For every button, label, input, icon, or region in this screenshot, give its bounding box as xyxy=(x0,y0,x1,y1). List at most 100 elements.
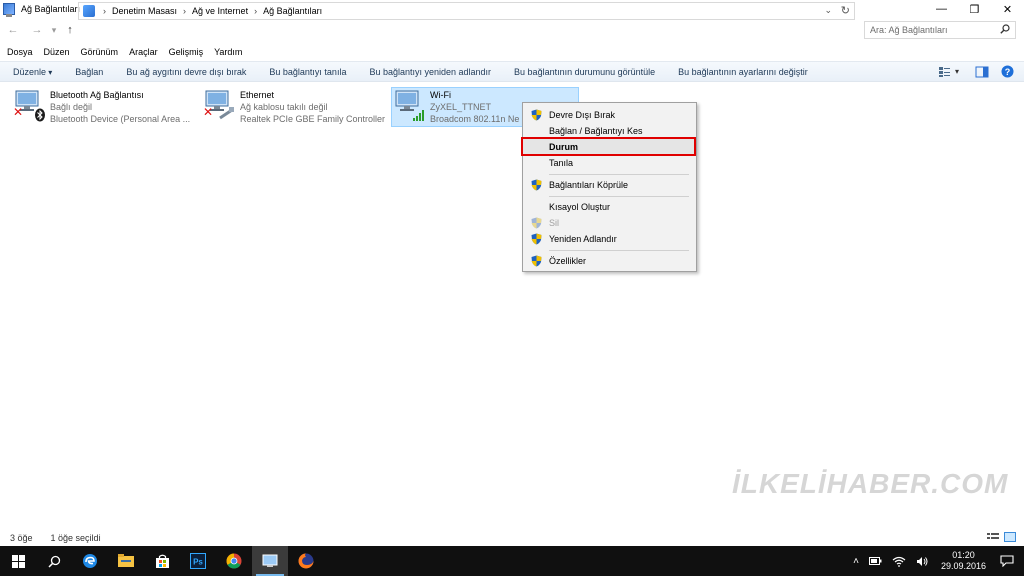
taskbar-edge[interactable] xyxy=(72,546,108,576)
help-icon[interactable]: ? xyxy=(1001,65,1014,78)
breadcrumb-chevron-icon[interactable]: › xyxy=(254,6,257,16)
ctx-properties[interactable]: Özellikler xyxy=(523,253,696,269)
show-hidden-icons-chevron-icon[interactable]: ˄ xyxy=(853,556,859,567)
connection-status: Ağ kablosu takılı değil xyxy=(240,102,328,112)
uac-shield-icon xyxy=(531,233,542,245)
start-button[interactable] xyxy=(0,546,36,576)
breadcrumb-chevron-icon[interactable]: › xyxy=(103,6,106,16)
restore-button[interactable]: ❐ xyxy=(958,0,991,18)
network-adapter-icon: ✕ xyxy=(12,88,46,122)
menu-edit[interactable]: Düzen xyxy=(44,47,70,57)
ctx-diagnose[interactable]: Tanıla xyxy=(523,155,696,171)
item-count: 3 öğe xyxy=(10,532,33,543)
breadcrumb-network-internet[interactable]: Ağ ve Internet xyxy=(192,6,248,16)
connection-device: Broadcom 802.11n Ne xyxy=(430,114,520,124)
address-dropdown-icon[interactable]: ⌄ xyxy=(824,5,832,16)
search-button[interactable] xyxy=(36,546,72,576)
breadcrumb-chevron-icon[interactable]: › xyxy=(183,6,186,16)
highlight-annotation xyxy=(521,137,696,156)
windows-logo-icon xyxy=(11,554,25,568)
menu-separator xyxy=(549,174,689,175)
uac-shield-icon xyxy=(531,179,542,191)
taskbar-firefox[interactable] xyxy=(288,546,324,576)
taskbar-chrome[interactable] xyxy=(216,546,252,576)
status-bar: 3 öğe 1 öğe seçildi xyxy=(0,529,1024,546)
up-arrow-icon[interactable]: ↑ xyxy=(63,24,77,36)
connection-status: ZyXEL_TTNET xyxy=(430,102,492,112)
forward-arrow-icon[interactable]: → xyxy=(30,24,44,36)
view-dropdown-icon[interactable]: ▾ xyxy=(955,67,959,76)
ctx-bridge[interactable]: Bağlantıları Köprüle xyxy=(523,177,696,193)
connect-button[interactable]: Bağlan xyxy=(75,67,103,77)
menu-help[interactable]: Yardım xyxy=(214,47,242,57)
preview-pane-icon[interactable] xyxy=(975,66,989,78)
breadcrumb-control-panel[interactable]: Denetim Masası xyxy=(112,6,177,16)
diagnose-button[interactable]: Bu bağlantıyı tanıla xyxy=(269,67,346,77)
ctx-label: Devre Dışı Bırak xyxy=(549,110,616,120)
context-menu: Devre Dışı Bırak Bağlan / Bağlantıyı Kes… xyxy=(522,102,697,272)
bluetooth-icon xyxy=(35,108,45,122)
menu-view[interactable]: Görünüm xyxy=(81,47,119,57)
menu-advanced[interactable]: Gelişmiş xyxy=(169,47,204,57)
watermark: İLKELİHABER.COM xyxy=(732,468,1009,499)
connection-name: Ethernet xyxy=(240,90,275,100)
change-settings-button[interactable]: Bu bağlantının ayarlarını değiştir xyxy=(678,67,808,77)
battery-icon[interactable] xyxy=(868,556,882,566)
search-placeholder: Ara: Ağ Bağlantıları xyxy=(870,25,948,35)
taskbar-store[interactable] xyxy=(144,546,180,576)
recent-locations-chevron-icon[interactable]: ▾ xyxy=(47,25,61,36)
selected-count: 1 öğe seçildi xyxy=(50,532,101,543)
change-view-icon[interactable] xyxy=(938,66,952,78)
photoshop-icon: Ps xyxy=(190,553,206,569)
menu-separator xyxy=(549,196,689,197)
uac-shield-icon xyxy=(531,255,542,267)
taskbar-network-connections[interactable] xyxy=(252,546,288,576)
clock[interactable]: 01:20 29.09.2016 xyxy=(941,550,986,572)
close-button[interactable]: ✕ xyxy=(991,0,1024,18)
refresh-icon[interactable]: ↻ xyxy=(841,4,850,17)
tiles-view-icon[interactable] xyxy=(1004,532,1016,542)
organize-button[interactable]: Düzenle xyxy=(13,67,52,77)
details-view-icon[interactable] xyxy=(987,532,999,542)
ctx-shortcut[interactable]: Kısayol Oluştur xyxy=(523,199,696,215)
menu-file[interactable]: Dosya xyxy=(7,47,33,57)
connection-bluetooth[interactable]: ✕ Bluetooth Ağ Bağlantısı Bağlı değil Bl… xyxy=(12,88,197,126)
rename-button[interactable]: Bu bağlantıyı yeniden adlandır xyxy=(369,67,491,77)
taskbar-photoshop[interactable]: Ps xyxy=(180,546,216,576)
ctx-rename[interactable]: Yeniden Adlandır xyxy=(523,231,696,247)
ctx-disable[interactable]: Devre Dışı Bırak xyxy=(523,107,696,123)
view-status-button[interactable]: Bu bağlantının durumunu görüntüle xyxy=(514,67,655,77)
ctx-label: Özellikler xyxy=(549,256,587,266)
volume-icon[interactable] xyxy=(916,556,928,567)
uac-shield-icon xyxy=(531,109,542,121)
menu-separator xyxy=(549,250,689,251)
disable-device-button[interactable]: Bu ağ aygıtını devre dışı bırak xyxy=(126,67,246,77)
ctx-delete[interactable]: Sil xyxy=(523,215,696,231)
minimize-button[interactable]: — xyxy=(925,0,958,18)
menu-tools[interactable]: Araçlar xyxy=(129,47,158,57)
ctx-label: Bağlan / Bağlantıyı Kes xyxy=(549,126,643,136)
search-icon[interactable] xyxy=(1000,24,1010,34)
network-adapter-icon: ✕ xyxy=(202,88,236,122)
connection-ethernet[interactable]: ✕ Ethernet Ağ kablosu takılı değil Realt… xyxy=(202,88,387,126)
path-field[interactable]: › Denetim Masası › Ağ ve Internet › Ağ B… xyxy=(78,2,855,20)
taskbar-file-explorer[interactable] xyxy=(108,546,144,576)
breadcrumb-network-connections[interactable]: Ağ Bağlantıları xyxy=(263,6,322,16)
network-connections-icon xyxy=(3,3,15,17)
wifi-tray-icon[interactable] xyxy=(892,556,906,567)
taskbar: Ps ˄ 01:20 29.09.2016 xyxy=(0,546,1024,576)
connection-status: Bağlı değil xyxy=(50,102,93,112)
action-center-icon[interactable] xyxy=(1000,555,1014,567)
ctx-label: Sil xyxy=(549,218,560,228)
disconnected-x-icon: ✕ xyxy=(203,105,214,119)
ctx-label: Tanıla xyxy=(549,158,574,168)
folder-icon xyxy=(118,554,134,567)
connection-name: Bluetooth Ağ Bağlantısı xyxy=(50,90,144,100)
back-arrow-icon[interactable]: ← xyxy=(6,24,20,36)
network-window-icon xyxy=(262,554,278,567)
store-bag-icon xyxy=(155,554,169,568)
clock-time: 01:20 xyxy=(952,550,975,560)
disconnected-x-icon: ✕ xyxy=(13,105,24,119)
search-input[interactable]: Ara: Ağ Bağlantıları xyxy=(864,21,1016,39)
connection-name: Wi-Fi xyxy=(430,90,451,100)
